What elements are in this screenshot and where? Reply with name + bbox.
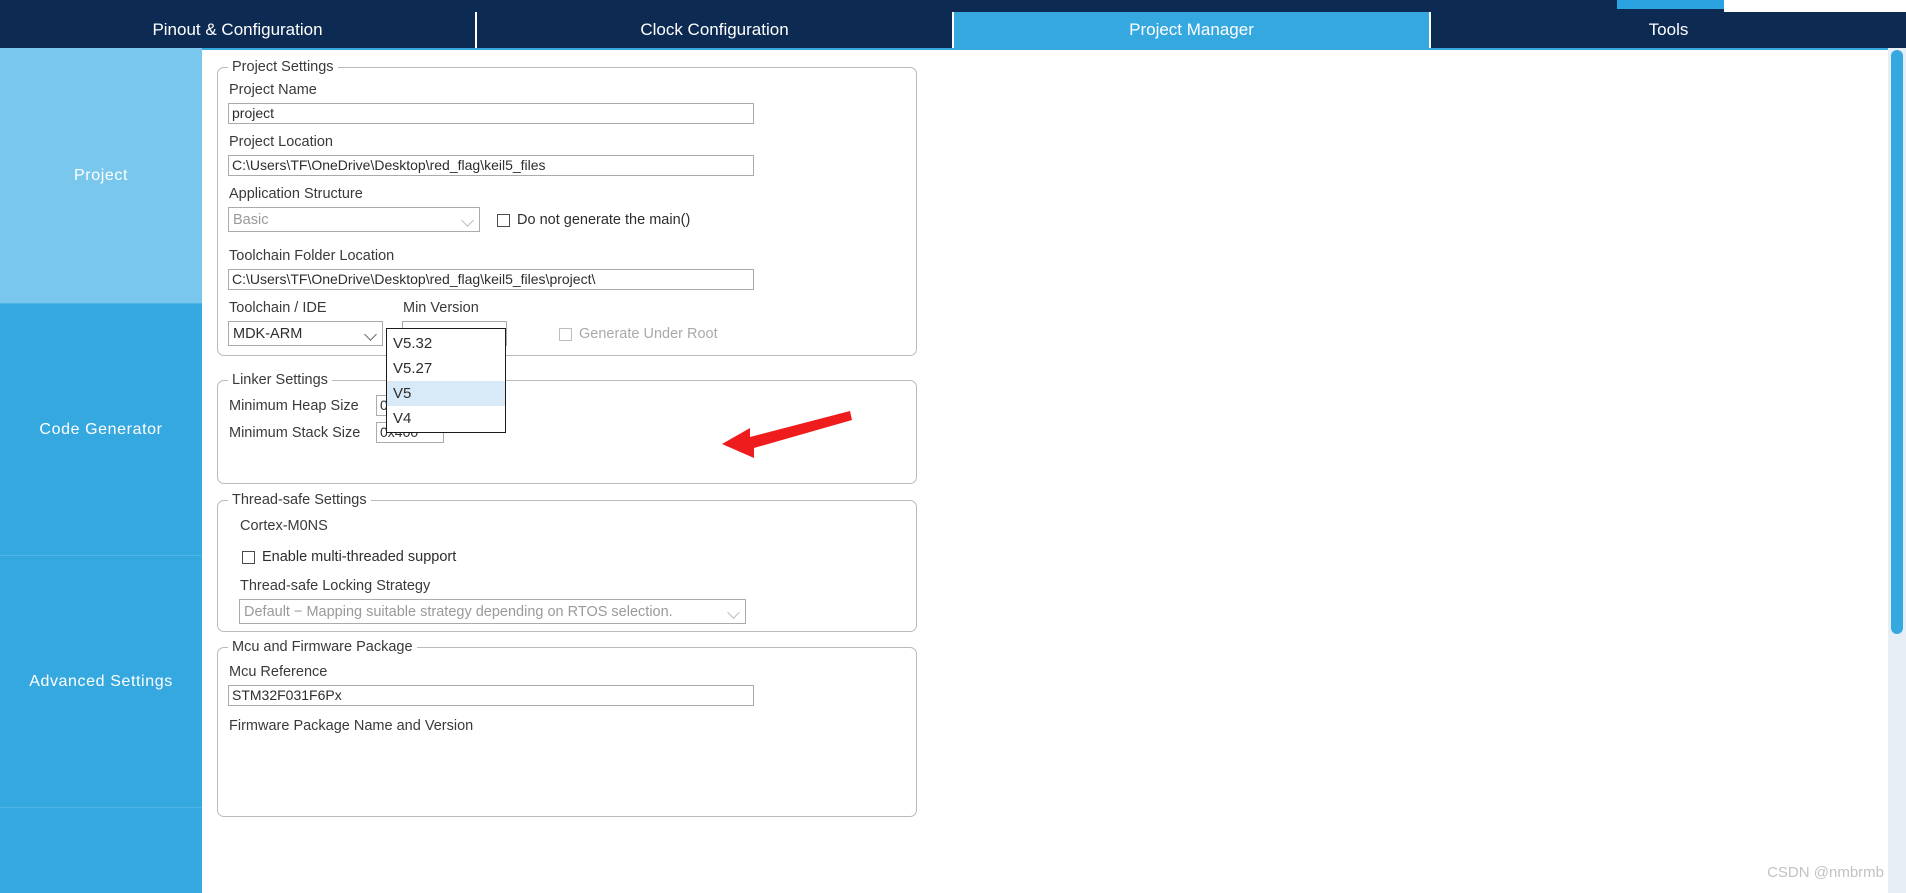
tab-tools[interactable]: Tools — [1431, 12, 1906, 48]
tab-label: Pinout & Configuration — [152, 20, 323, 39]
thread-safe-settings-group: Thread-safe Settings Cortex-M0NS Enable … — [217, 492, 917, 632]
project-settings-pane: Project Settings Project Name project Pr… — [202, 48, 1888, 893]
tab-clock-configuration[interactable]: Clock Configuration — [477, 12, 954, 48]
dropdown-option-v4[interactable]: V4 — [387, 406, 505, 431]
checkbox-box — [497, 213, 510, 227]
application-structure-label: Application Structure — [229, 186, 363, 202]
tab-pinout-configuration[interactable]: Pinout & Configuration — [0, 12, 477, 48]
minimum-stack-size-label: Minimum Stack Size — [229, 425, 361, 441]
generate-under-root-label: Generate Under Root — [579, 326, 718, 342]
dropdown-option-label: V4 — [393, 410, 412, 427]
checkbox-box — [559, 327, 572, 341]
chevron-down-icon — [461, 213, 475, 227]
linker-settings-group-title: Linker Settings — [228, 372, 332, 388]
thread-safe-settings-group-title: Thread-safe Settings — [228, 492, 371, 508]
toolchain-ide-select[interactable]: MDK-ARM — [228, 321, 383, 346]
sidebar-item-code-generator[interactable]: Code Generator — [0, 304, 202, 556]
thread-safe-locking-strategy-label: Thread-safe Locking Strategy — [240, 578, 431, 594]
cortex-core-label: Cortex-M0NS — [240, 518, 328, 534]
generate-under-root-checkbox: Generate Under Root — [559, 326, 718, 342]
toolchain-folder-location-label: Toolchain Folder Location — [229, 248, 395, 264]
title-strip — [0, 0, 1906, 12]
application-structure-value: Basic — [233, 211, 269, 228]
min-version-label: Min Version — [403, 300, 479, 316]
project-location-input[interactable]: C:\Users\TF\OneDrive\Desktop\red_flag\ke… — [228, 155, 754, 176]
mcu-firmware-package-group: Mcu and Firmware Package Mcu Reference S… — [217, 639, 917, 817]
dropdown-option-v5[interactable]: V5 — [387, 381, 505, 406]
tab-label: Clock Configuration — [640, 20, 789, 39]
application-structure-select[interactable]: Basic — [228, 207, 480, 232]
mcu-reference-label: Mcu Reference — [229, 664, 328, 680]
cubemx-window: Pinout & Configuration Clock Configurati… — [0, 0, 1906, 893]
sidebar-item-label: Project — [74, 166, 128, 184]
tab-project-manager[interactable]: Project Manager — [954, 12, 1431, 48]
project-manager-sidebar: Project Code Generator Advanced Settings — [0, 48, 202, 893]
dropdown-option-v5-32[interactable]: V5.32 — [387, 331, 505, 356]
toolchain-ide-label: Toolchain / IDE — [229, 300, 327, 316]
dropdown-option-label: V5 — [393, 385, 412, 402]
dropdown-option-label: V5.27 — [393, 360, 433, 377]
title-strip-right-gap — [1724, 0, 1906, 12]
project-settings-group: Project Settings Project Name project Pr… — [217, 59, 917, 356]
tab-label: Tools — [1648, 20, 1689, 39]
thread-safe-locking-strategy-select[interactable]: Default − Mapping suitable strategy depe… — [239, 599, 746, 624]
sidebar-item-label: Code Generator — [39, 420, 163, 438]
enable-multithreaded-support-checkbox[interactable]: Enable multi-threaded support — [242, 549, 456, 565]
vertical-scrollbar[interactable] — [1888, 48, 1906, 893]
sidebar-item-project[interactable]: Project — [0, 48, 202, 304]
title-strip-accent — [1617, 0, 1724, 9]
mcu-reference-input[interactable]: STM32F031F6Px — [228, 685, 754, 706]
toolchain-ide-value: MDK-ARM — [233, 325, 303, 342]
dropdown-option-label: V5.32 — [393, 335, 433, 352]
thread-safe-locking-strategy-value: Default − Mapping suitable strategy depe… — [244, 603, 673, 620]
checkbox-box — [242, 550, 255, 564]
firmware-package-label: Firmware Package Name and Version — [229, 718, 474, 734]
main-tab-bar: Pinout & Configuration Clock Configurati… — [0, 12, 1906, 48]
chevron-down-icon — [727, 605, 741, 619]
sidebar-item-empty[interactable] — [0, 808, 202, 893]
sidebar-item-advanced-settings[interactable]: Advanced Settings — [0, 556, 202, 808]
enable-multithreaded-support-label: Enable multi-threaded support — [262, 549, 457, 565]
body-area: Project Code Generator Advanced Settings… — [0, 48, 1906, 893]
project-location-label: Project Location — [229, 134, 333, 150]
sidebar-item-label: Advanced Settings — [29, 672, 173, 690]
chevron-down-icon — [364, 327, 378, 341]
minimum-heap-size-label: Minimum Heap Size — [229, 398, 359, 414]
toolchain-folder-location-input[interactable]: C:\Users\TF\OneDrive\Desktop\red_flag\ke… — [228, 269, 754, 290]
tab-label: Project Manager — [1129, 20, 1254, 39]
min-version-dropdown-list[interactable]: V5.32 V5.27 V5 V4 — [386, 328, 506, 433]
mcu-firmware-package-group-title: Mcu and Firmware Package — [228, 639, 417, 655]
do-not-generate-main-checkbox[interactable]: Do not generate the main() — [497, 212, 690, 228]
project-settings-group-title: Project Settings — [228, 59, 338, 75]
project-name-label: Project Name — [229, 82, 317, 98]
dropdown-option-v5-27[interactable]: V5.27 — [387, 356, 505, 381]
linker-settings-group: Linker Settings Minimum Heap Size 0x200 … — [217, 372, 917, 484]
scrollbar-thumb[interactable] — [1891, 50, 1903, 634]
project-name-input[interactable]: project — [228, 103, 754, 124]
csdn-watermark: CSDN @nmbrmb — [1767, 864, 1884, 881]
do-not-generate-main-label: Do not generate the main() — [517, 212, 691, 228]
